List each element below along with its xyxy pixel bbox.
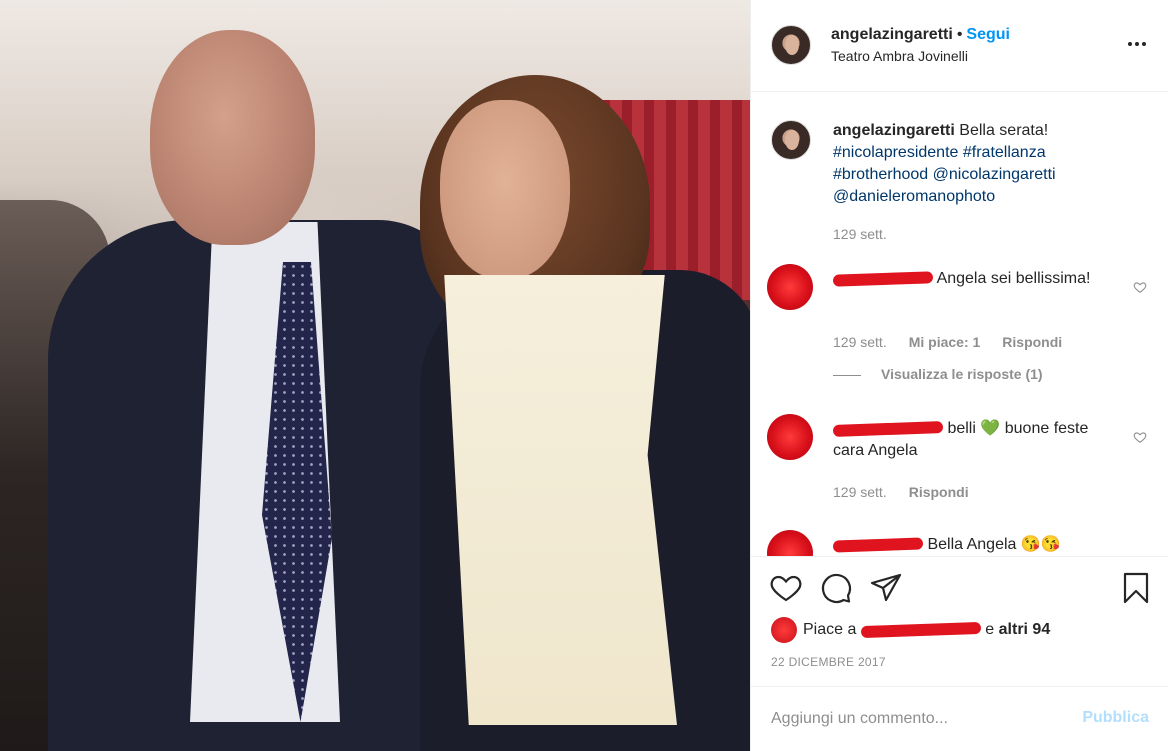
author-username[interactable]: angelazingaretti (831, 26, 953, 43)
more-icon[interactable] (1127, 34, 1147, 54)
comments-list[interactable]: angelazingaretti Bella serata! #nicolapr… (751, 92, 1168, 556)
photo-woman-scarf (444, 275, 677, 725)
caption-time[interactable]: 129 sett. (833, 226, 887, 242)
comment-input[interactable] (771, 707, 1071, 731)
author-avatar[interactable] (771, 25, 811, 65)
comment-like-icon[interactable] (1133, 280, 1147, 294)
post-header: angelazingaretti • Segui Teatro Ambra Jovi… (751, 0, 1168, 92)
comment-time[interactable]: 129 sett. (833, 484, 887, 500)
follow-button[interactable]: Segui (966, 26, 1010, 43)
post-date[interactable]: 22 DICEMBRE 2017 (771, 655, 886, 669)
caption-text: angelazingaretti Bella serata! #nicolapr… (833, 120, 1133, 208)
replies-divider (833, 374, 861, 376)
commenter-avatar-redacted[interactable] (767, 264, 813, 310)
commenter-avatar-redacted[interactable] (767, 530, 813, 556)
instagram-post: angelazingaretti • Segui Teatro Ambra Jovi… (0, 0, 1168, 751)
reply-button[interactable]: Rispondi (1002, 334, 1062, 350)
comment-body: Angela sei bellissima! (936, 270, 1091, 287)
add-comment-bar: Pubblica (751, 686, 1168, 751)
photo-woman-face (440, 100, 570, 280)
redacted-username[interactable] (832, 271, 934, 287)
hashtag[interactable]: #fratellanza (963, 144, 1046, 161)
publish-button[interactable]: Pubblica (1082, 709, 1149, 727)
comment-meta: 129 sett. Mi piace: 1 Rispondi (833, 334, 1062, 350)
bookmark-icon[interactable] (1119, 571, 1153, 605)
view-replies-label: Visualizza le risposte (1) (881, 366, 1043, 382)
comment-icon[interactable] (819, 571, 853, 605)
mention[interactable]: @danieleromanophoto (833, 188, 995, 205)
comment-text: Angela sei bellissima! (832, 268, 1103, 290)
kiss-emoji: 😘😘 (1020, 536, 1061, 553)
liker-avatar-redacted (771, 617, 797, 643)
comment-meta: 129 sett. Rispondi (833, 484, 969, 500)
likes-conjunction: e (985, 621, 995, 639)
likes-others[interactable]: altri 94 (999, 621, 1051, 638)
likes-prefix: Piace a (803, 621, 857, 639)
author-line: angelazingaretti • Segui (831, 26, 1010, 44)
caption-avatar[interactable] (771, 120, 811, 160)
heart-icon[interactable] (769, 571, 803, 605)
post-photo[interactable] (0, 0, 750, 751)
caption-body: Bella serata! (959, 122, 1049, 139)
likes-summary[interactable]: Piace a e altri 94 (771, 617, 1050, 643)
mention[interactable]: @nicolazingaretti (933, 166, 1056, 183)
view-replies-button[interactable]: Visualizza le risposte (1) (833, 366, 1043, 382)
caption-username[interactable]: angelazingaretti (833, 122, 955, 139)
green-heart-emoji: 💚 (980, 420, 1001, 437)
comment-likes[interactable]: Mi piace: 1 (909, 334, 981, 350)
comment-text: Bella Angela 😘😘 (832, 534, 1103, 556)
redacted-username[interactable] (832, 537, 924, 553)
post-location[interactable]: Teatro Ambra Jovinelli (831, 48, 968, 64)
commenter-avatar-redacted[interactable] (767, 414, 813, 460)
comment-body: belli (947, 420, 976, 437)
share-icon[interactable] (869, 571, 903, 605)
redacted-username[interactable] (832, 420, 944, 437)
separator-dot: • (956, 26, 963, 43)
reply-button[interactable]: Rispondi (909, 484, 969, 500)
hashtag[interactable]: #nicolapresidente (833, 144, 958, 161)
hashtag[interactable]: #brotherhood (833, 166, 928, 183)
post-actions: Piace a e altri 94 22 DICEMBRE 2017 (751, 556, 1168, 686)
redacted-liker[interactable] (860, 621, 982, 639)
comment-time[interactable]: 129 sett. (833, 334, 887, 350)
comment-like-icon[interactable] (1133, 430, 1147, 444)
photo-man-head (150, 30, 315, 245)
comment-body: Bella Angela (927, 536, 1017, 553)
post-side-panel: angelazingaretti • Segui Teatro Ambra Jovi… (750, 0, 1168, 751)
comment-text: belli 💚 buone feste cara Angela (832, 418, 1103, 462)
